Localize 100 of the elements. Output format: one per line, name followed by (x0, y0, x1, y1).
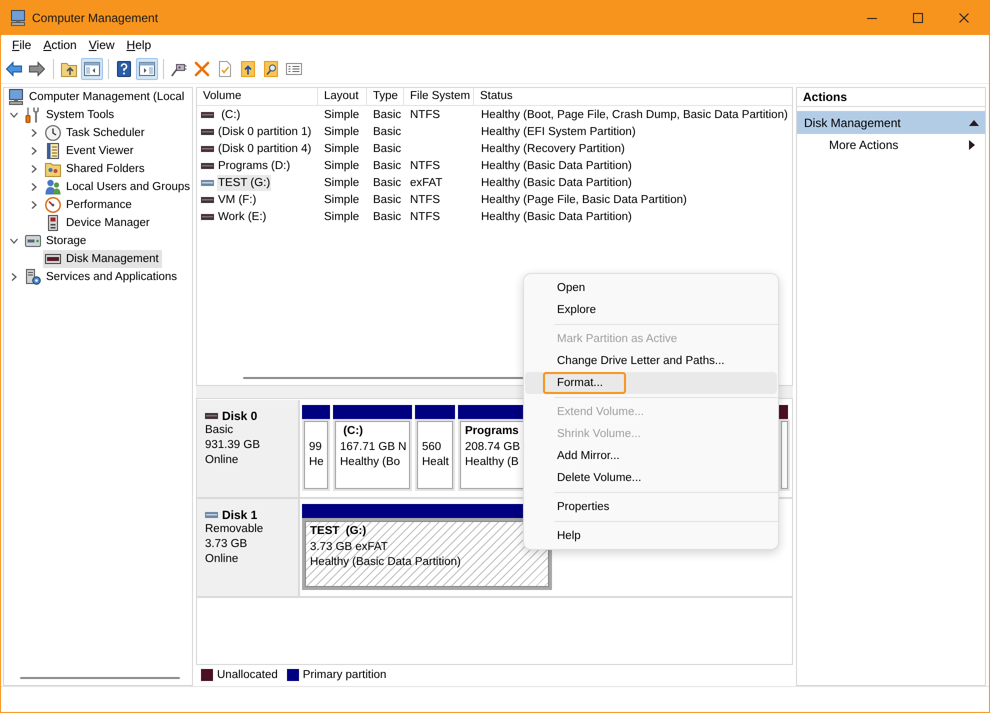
disk-name: Disk 0 (222, 408, 258, 422)
drive-name[interactable]: (Disk 0 partition 4) (217, 140, 312, 156)
status-text: Healthy (Page File, Basic Data Partition) (481, 194, 687, 206)
menubar-item[interactable]: View (82, 35, 121, 55)
partition-frame[interactable]: 99 He (302, 419, 330, 491)
partition-name: (C:) (342, 424, 363, 439)
partition-detail: Healt (422, 455, 449, 470)
menu-item[interactable]: Properties (525, 496, 777, 518)
drive-name[interactable]: (Disk 0 partition 1) (217, 124, 312, 140)
tree-item[interactable]: Task Scheduler (43, 124, 148, 142)
shared-folder-icon (45, 161, 61, 177)
menubar-item[interactable]: Help (120, 35, 158, 55)
menu-item[interactable]: Explore (525, 299, 777, 321)
disk-info-panel[interactable]: Disk 0 Basic 931.39 GB Online (197, 400, 300, 497)
drive-icon (201, 146, 214, 152)
chevron-right-icon[interactable] (30, 147, 38, 155)
tree-item[interactable]: Device Manager (43, 214, 153, 232)
partition-detail: He (309, 455, 324, 470)
drive-icon (201, 162, 214, 168)
legend-label: Primary partition (302, 669, 386, 681)
layout-value: Simple (324, 160, 360, 172)
pane-title: Actions (797, 88, 985, 107)
drive-name[interactable]: Programs (D:) (217, 158, 292, 174)
partition-name: TEST (G:) (310, 524, 366, 539)
tree-item[interactable]: Storage (23, 232, 90, 250)
file-system-value: NTFS (410, 108, 440, 120)
drive-name[interactable]: (C:) (217, 106, 242, 122)
file-system-value: NTFS (410, 194, 440, 206)
computer-icon (10, 10, 26, 26)
menu-item[interactable]: Delete Volume... (525, 467, 777, 489)
column-header[interactable]: Status (474, 88, 792, 106)
clock-icon (45, 125, 61, 141)
type-value: Basic (373, 160, 402, 172)
drive-icon (205, 412, 218, 418)
status-text: Healthy (Recovery Partition) (481, 142, 625, 154)
menu-item[interactable]: Open (525, 277, 777, 299)
action-link[interactable]: More Actions (797, 134, 985, 156)
server-gear-icon (25, 269, 41, 285)
chevron-right-icon[interactable] (30, 183, 38, 191)
disk-info-panel[interactable]: Disk 1 Removable 3.73 GB Online (197, 499, 300, 596)
column-header[interactable]: File System (404, 88, 474, 106)
horizontal-scrollbar[interactable] (20, 677, 180, 679)
menubar-item[interactable]: File (6, 35, 38, 55)
maximize-icon (913, 13, 923, 23)
disk-detail: Basic (205, 423, 234, 438)
chevron-right-icon[interactable] (30, 165, 38, 173)
partition-detail: 3.73 GB exFAT (310, 540, 388, 554)
column-header[interactable]: Layout (318, 88, 367, 106)
file-system-value: exFAT (410, 176, 442, 188)
drive-name[interactable]: Work (E:) (217, 208, 268, 224)
window-title: Computer Management (32, 11, 158, 25)
chevron-right-icon[interactable] (30, 201, 38, 209)
partition-detail: 560 (422, 440, 442, 454)
chevron-right-icon[interactable] (10, 273, 18, 281)
tree-item[interactable]: Local Users and Groups (43, 178, 194, 196)
type-value: Basic (373, 210, 402, 222)
partition-name: Programs (465, 424, 519, 439)
menu-item[interactable]: Add Mirror... (525, 445, 777, 467)
layout-value: Simple (324, 108, 360, 120)
tree-item[interactable]: Performance (43, 196, 135, 214)
tree-item[interactable]: Services and Applications (23, 268, 180, 286)
chevron-right-icon[interactable] (30, 129, 38, 137)
menu-item[interactable]: Format... (525, 372, 777, 394)
file-system-value: NTFS (410, 160, 440, 172)
menu-item[interactable]: Change Drive Letter and Paths... (525, 350, 777, 372)
layout-value: Simple (324, 176, 360, 188)
legend-label: Unallocated (217, 669, 278, 681)
layout-value: Simple (324, 126, 360, 138)
chevron-down-icon[interactable] (10, 111, 18, 119)
tree-item[interactable]: Disk Management (43, 250, 162, 268)
drive-icon (201, 180, 214, 186)
drive-icon (201, 196, 214, 202)
drive-name[interactable]: TEST (G:) (217, 174, 272, 190)
drive-name[interactable]: VM (F:) (217, 192, 258, 208)
drive-icon (201, 112, 214, 118)
menubar-item[interactable]: Action (37, 35, 83, 55)
tree-item[interactable]: System Tools (23, 106, 118, 124)
type-value: Basic (373, 108, 402, 120)
partition-frame[interactable]: 560 Healt (415, 419, 455, 491)
status-text: Healthy (Basic Data Partition) (481, 176, 632, 188)
action-section-header[interactable]: Disk Management (797, 111, 985, 134)
partition-frame[interactable]: TEST (G:) 3.73 GB exFAT Healthy (Basic Data Partition) (302, 518, 552, 590)
layout-value: Simple (324, 142, 360, 154)
partition-frame[interactable] (779, 419, 790, 491)
computer-icon (8, 89, 24, 105)
status-text: Healthy (Basic Data Partition) (481, 160, 632, 172)
drive-icon (201, 128, 214, 134)
column-header[interactable]: Type (367, 88, 404, 106)
tree-item[interactable]: Shared Folders (43, 160, 148, 178)
partition-detail: 167.71 GB N (340, 440, 406, 454)
disk-detail: 3.73 GB (205, 537, 248, 552)
tree-item[interactable]: Computer Management (Local (6, 88, 188, 106)
chevron-down-icon[interactable] (10, 237, 18, 245)
partition-detail: 208.74 GB (465, 440, 520, 454)
column-header[interactable]: Volume (197, 88, 318, 106)
partition-frame[interactable]: (C:) 167.71 GB N Healthy (Bo (333, 419, 412, 491)
tree-item[interactable]: Event Viewer (43, 142, 137, 160)
disk-name: Disk 1 (222, 508, 258, 522)
partition-detail: 99 (309, 440, 322, 454)
partition-detail: Healthy (B (465, 455, 519, 470)
